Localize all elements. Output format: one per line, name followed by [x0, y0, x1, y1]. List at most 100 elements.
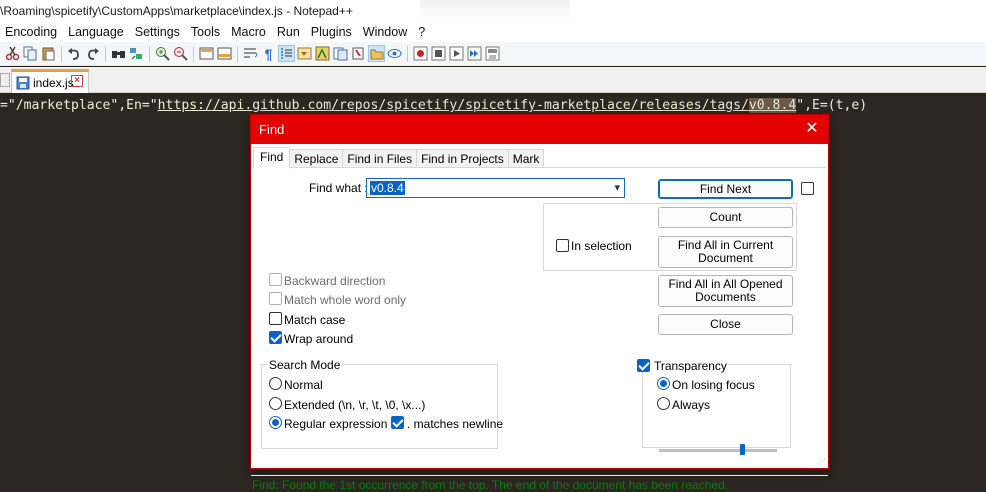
- eye-icon[interactable]: [386, 45, 403, 62]
- save-macro-icon[interactable]: [484, 45, 501, 62]
- status-message: Find: Found the 1st occurrence from the …: [252, 478, 729, 492]
- menu-run[interactable]: Run: [272, 25, 306, 39]
- document-tab-bar: index.js ×: [0, 67, 986, 93]
- indent-guide-icon[interactable]: [278, 45, 295, 62]
- stop-record-icon[interactable]: [430, 45, 447, 62]
- transparency-checkbox[interactable]: [637, 359, 650, 372]
- status-divider: [251, 475, 828, 476]
- sync-vertical-icon[interactable]: [198, 45, 215, 62]
- menu-language[interactable]: Language: [63, 25, 130, 39]
- find-what-combobox[interactable]: v0.8.4 ▾: [366, 178, 625, 198]
- match-whole-word-label: Match whole word only: [284, 293, 407, 307]
- dialog-title-bar[interactable]: Find: [251, 115, 828, 144]
- copy-icon[interactable]: [22, 45, 39, 62]
- always-label: Always: [672, 398, 711, 412]
- tab-find-in-files[interactable]: Find in Files: [342, 149, 418, 168]
- monitoring-icon[interactable]: [368, 45, 385, 62]
- find-icon[interactable]: [110, 45, 127, 62]
- chevron-down-icon[interactable]: ▾: [614, 181, 620, 194]
- find-what-label: Find what :: [309, 181, 368, 195]
- menu-encoding[interactable]: Encoding: [0, 25, 63, 39]
- tab-index-js[interactable]: index.js ×: [11, 69, 89, 93]
- code-line: ="/marketplace",En="https://api.github.c…: [0, 97, 867, 114]
- code-prefix: ="/marketplace",En=": [0, 98, 158, 113]
- tab-close-icon[interactable]: ×: [71, 75, 83, 87]
- match-case-label: Match case: [284, 313, 346, 327]
- button-line-2: Documents: [695, 290, 756, 304]
- search-mode-regex-label: Regular expression: [284, 417, 388, 431]
- toolbar-separator: [105, 46, 106, 62]
- close-button[interactable]: Close: [658, 314, 793, 335]
- code-suffix: ",E=(t,e): [796, 98, 868, 113]
- cut-icon[interactable]: [4, 45, 21, 62]
- wrap-around-label: Wrap around: [284, 332, 354, 346]
- previous-tab-edge[interactable]: [0, 73, 10, 87]
- paste-icon[interactable]: [40, 45, 57, 62]
- search-mode-normal-radio[interactable]: [269, 377, 282, 390]
- toolbar-separator: [149, 46, 150, 62]
- menu-macro[interactable]: Macro: [226, 25, 272, 39]
- run-macro-multiple-icon[interactable]: [466, 45, 483, 62]
- resize-grip-icon[interactable]: ⋰: [818, 457, 826, 466]
- wrap-around-checkbox[interactable]: [269, 331, 282, 344]
- doc-list-icon[interactable]: [314, 45, 331, 62]
- find-what-value: v0.8.4: [370, 181, 405, 195]
- window-title: \Roaming\spicetify\CustomApps\marketplac…: [0, 4, 353, 18]
- transparency-slider-thumb[interactable]: [739, 444, 745, 455]
- zoom-out-icon[interactable]: [172, 45, 189, 62]
- tabs-divider: [253, 167, 826, 168]
- toolbar-separator: [237, 46, 238, 62]
- close-icon[interactable]: ✕: [802, 119, 822, 139]
- tab-find[interactable]: Find: [253, 147, 291, 169]
- word-wrap-icon[interactable]: [242, 45, 259, 62]
- transparency-label: Transparency: [652, 359, 729, 373]
- dialog-title: Find: [259, 122, 285, 137]
- backward-direction-checkbox[interactable]: [269, 273, 282, 286]
- replace-icon[interactable]: [128, 45, 145, 62]
- doc-map-icon[interactable]: [296, 45, 313, 62]
- sync-horizontal-icon[interactable]: [216, 45, 233, 62]
- redo-icon[interactable]: [84, 45, 101, 62]
- in-selection-label: In selection: [571, 239, 632, 253]
- menu-help[interactable]: ?: [413, 25, 431, 39]
- folder-workspace-icon[interactable]: [350, 45, 367, 62]
- saved-file-icon: [16, 76, 30, 89]
- matches-newline-label: . matches newline: [407, 417, 504, 431]
- tab-mark[interactable]: Mark: [507, 149, 545, 168]
- code-url-main: https://api.github.com/repos/spicetify/s…: [157, 98, 749, 113]
- menu-window[interactable]: Window: [358, 25, 413, 39]
- record-macro-icon[interactable]: [412, 45, 429, 62]
- find-dialog: Find ✕ Find Replace Find in Files Find i…: [250, 114, 829, 492]
- search-mode-regex-radio[interactable]: [269, 416, 282, 429]
- search-mode-extended-radio[interactable]: [269, 397, 282, 410]
- search-mode-normal-label: Normal: [284, 378, 323, 392]
- tab-replace[interactable]: Replace: [289, 149, 344, 168]
- menu-plugins[interactable]: Plugins: [306, 25, 358, 39]
- zoom-in-icon[interactable]: [154, 45, 171, 62]
- always-radio[interactable]: [657, 397, 670, 410]
- find-all-in-opened-documents-button[interactable]: Find All in All Opened Documents: [658, 275, 793, 307]
- function-list-icon[interactable]: [332, 45, 349, 62]
- tab-find-in-projects[interactable]: Find in Projects: [416, 149, 509, 168]
- match-case-checkbox[interactable]: [269, 312, 282, 325]
- window-title-bar: \Roaming\spicetify\CustomApps\marketplac…: [0, 0, 986, 22]
- title-bar-blur: [420, 0, 570, 22]
- matches-newline-checkbox[interactable]: [391, 416, 404, 429]
- show-all-chars-icon[interactable]: ¶: [260, 45, 277, 62]
- find-next-button[interactable]: Find Next: [658, 179, 793, 199]
- undo-icon[interactable]: [66, 45, 83, 62]
- backward-direction-label: Backward direction: [284, 274, 386, 288]
- in-selection-checkbox[interactable]: [556, 239, 569, 252]
- code-match-highlight: v0.8.4: [748, 98, 797, 113]
- find-next-option-checkbox[interactable]: [801, 182, 814, 195]
- on-losing-focus-radio[interactable]: [657, 377, 670, 390]
- count-button[interactable]: Count: [658, 207, 793, 228]
- find-all-in-current-document-button[interactable]: Find All in Current Document: [658, 236, 793, 268]
- menu-tools[interactable]: Tools: [186, 25, 226, 39]
- tab-label: index.js: [33, 75, 74, 90]
- match-whole-word-checkbox[interactable]: [269, 292, 282, 305]
- menu-settings[interactable]: Settings: [130, 25, 186, 39]
- play-macro-icon[interactable]: [448, 45, 465, 62]
- code-url: https://api.github.com/repos/spicetify/s…: [158, 98, 797, 113]
- transparency-slider-track[interactable]: [659, 449, 777, 452]
